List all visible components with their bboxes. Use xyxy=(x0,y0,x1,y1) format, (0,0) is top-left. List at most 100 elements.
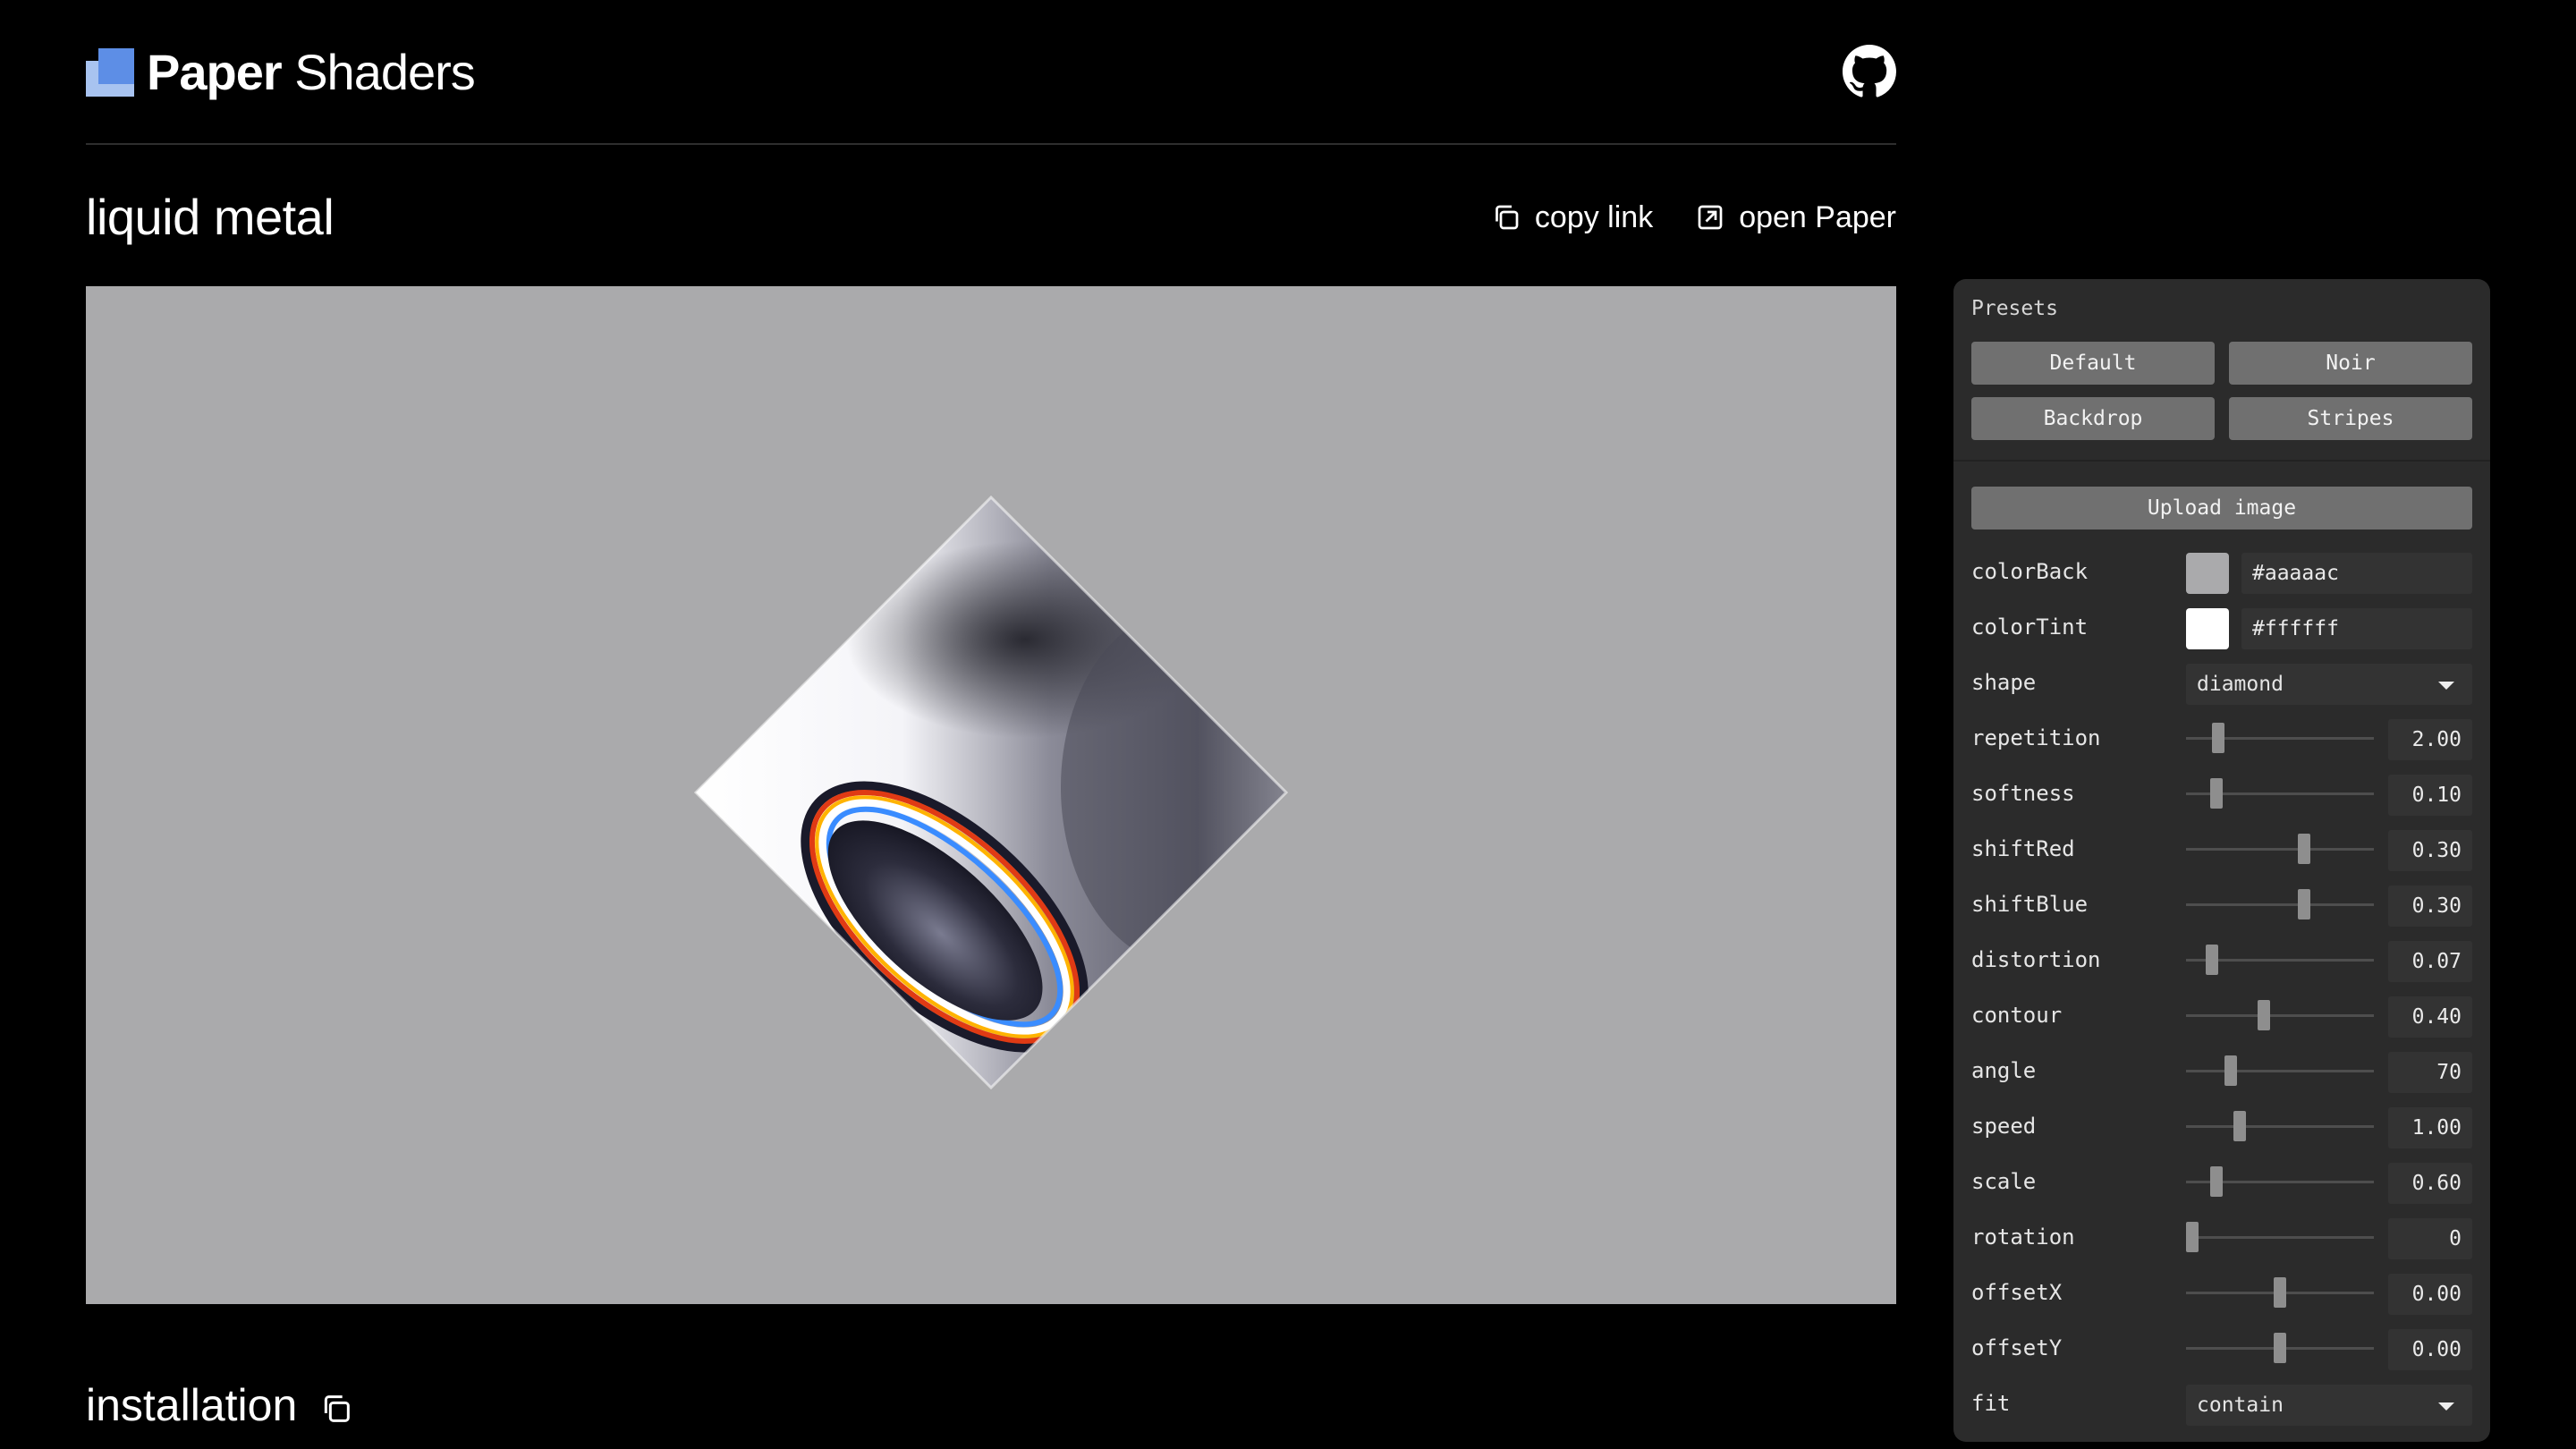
value-input-shiftBlue[interactable]: 0.30 xyxy=(2388,886,2472,927)
panel-divider xyxy=(1953,460,2490,462)
value-input-softness[interactable]: 0.10 xyxy=(2388,775,2472,816)
chevron-down-icon xyxy=(2438,682,2454,690)
slider-shiftRed[interactable] xyxy=(2186,834,2374,864)
slider-thumb[interactable] xyxy=(2212,723,2224,753)
open-paper-label: open Paper xyxy=(1739,200,1896,234)
presets-grid: Default Noir Backdrop Stripes xyxy=(1971,342,2472,440)
preset-stripes-button[interactable]: Stripes xyxy=(2229,397,2472,440)
value-input-offsetX[interactable]: 0.00 xyxy=(2388,1274,2472,1315)
slider-thumb[interactable] xyxy=(2224,1055,2237,1086)
slider-shiftBlue[interactable] xyxy=(2186,889,2374,919)
slider-thumb[interactable] xyxy=(2186,1222,2199,1252)
installation-heading: installation xyxy=(86,1374,354,1436)
color-input-colorBack[interactable]: #aaaaac xyxy=(2241,553,2472,594)
slider-rotation[interactable] xyxy=(2186,1222,2374,1252)
slider-repetition[interactable] xyxy=(2186,723,2374,753)
preset-default-button[interactable]: Default xyxy=(1971,342,2215,385)
slider-thumb[interactable] xyxy=(2233,1111,2246,1141)
param-label: fit xyxy=(1971,1391,2011,1416)
brand-light: Shaders xyxy=(294,44,476,100)
external-link-icon xyxy=(1698,205,1723,230)
github-icon[interactable] xyxy=(1843,45,1896,98)
value-input-distortion[interactable]: 0.07 xyxy=(2388,941,2472,982)
param-row-scale: scale 0.60 xyxy=(1971,1159,2472,1215)
param-row-softness: softness 0.10 xyxy=(1971,771,2472,826)
color-swatch-colorBack[interactable] xyxy=(2186,553,2229,594)
value-input-offsetY[interactable]: 0.00 xyxy=(2388,1329,2472,1370)
upload-image-button[interactable]: Upload image xyxy=(1971,487,2472,530)
slider-offsetX[interactable] xyxy=(2186,1277,2374,1308)
slider-thumb[interactable] xyxy=(2274,1277,2286,1308)
param-label: shiftRed xyxy=(1971,836,2075,861)
page-title: liquid metal xyxy=(86,189,335,245)
param-row-shape: shape diamond xyxy=(1971,660,2472,716)
slider-thumb[interactable] xyxy=(2258,1000,2270,1030)
shape-select[interactable]: diamond xyxy=(2186,664,2472,705)
controls-panel: Presets Default Noir Backdrop Stripes Up… xyxy=(1953,279,2490,1442)
value-input-repetition[interactable]: 2.00 xyxy=(2388,719,2472,760)
copy-icon[interactable] xyxy=(318,1391,354,1427)
param-label: speed xyxy=(1971,1114,2037,1139)
value-input-rotation[interactable]: 0 xyxy=(2388,1218,2472,1259)
param-row-distortion: distortion 0.07 xyxy=(1971,937,2472,993)
param-row-angle: angle 70 xyxy=(1971,1048,2472,1104)
value-input-shiftRed[interactable]: 0.30 xyxy=(2388,830,2472,871)
fit-select-value: contain xyxy=(2197,1394,2284,1417)
slider-thumb[interactable] xyxy=(2274,1333,2286,1363)
slider-contour[interactable] xyxy=(2186,1000,2374,1030)
param-label: shiftBlue xyxy=(1971,892,2089,917)
brand-name[interactable]: Paper Shaders xyxy=(147,41,476,104)
shape-select-value: diamond xyxy=(2197,673,2284,696)
open-paper-button[interactable]: open Paper xyxy=(1694,195,1896,240)
slider-angle[interactable] xyxy=(2186,1055,2374,1086)
param-row-shiftBlue: shiftBlue 0.30 xyxy=(1971,882,2472,937)
param-row-colorTint: colorTint #ffffff xyxy=(1971,605,2472,660)
slider-thumb[interactable] xyxy=(2206,945,2218,975)
site-header: Paper Shaders xyxy=(86,36,1896,145)
param-label: colorTint xyxy=(1971,614,2089,640)
param-label: distortion xyxy=(1971,947,2101,972)
param-label: colorBack xyxy=(1971,559,2089,584)
param-label: softness xyxy=(1971,781,2075,806)
fit-select[interactable]: contain xyxy=(2186,1385,2472,1426)
param-row-contour: contour 0.40 xyxy=(1971,993,2472,1048)
slider-thumb[interactable] xyxy=(2210,1166,2223,1197)
value-input-contour[interactable]: 0.40 xyxy=(2388,996,2472,1038)
param-label: shape xyxy=(1971,670,2037,695)
param-row-speed: speed 1.00 xyxy=(1971,1104,2472,1159)
param-label: offsetY xyxy=(1971,1335,2063,1360)
param-label: rotation xyxy=(1971,1224,2075,1250)
param-row-offsetX: offsetX 0.00 xyxy=(1971,1270,2472,1326)
param-row-offsetY: offsetY 0.00 xyxy=(1971,1326,2472,1381)
value-input-angle[interactable]: 70 xyxy=(2388,1052,2472,1093)
param-label: repetition xyxy=(1971,725,2101,750)
color-swatch-colorTint[interactable] xyxy=(2186,608,2229,649)
color-input-colorTint[interactable]: #ffffff xyxy=(2241,608,2472,649)
slider-distortion[interactable] xyxy=(2186,945,2374,975)
liquid-metal-diamond-shape xyxy=(693,495,1289,1090)
param-row-repetition: repetition 2.00 xyxy=(1971,716,2472,771)
slider-offsetY[interactable] xyxy=(2186,1333,2374,1363)
param-row-shiftRed: shiftRed 0.30 xyxy=(1971,826,2472,882)
param-row-colorBack: colorBack #aaaaac xyxy=(1971,549,2472,605)
copy-icon xyxy=(1496,205,1519,230)
value-input-scale[interactable]: 0.60 xyxy=(2388,1163,2472,1204)
slider-thumb[interactable] xyxy=(2210,778,2223,809)
preset-noir-button[interactable]: Noir xyxy=(2229,342,2472,385)
param-label: angle xyxy=(1971,1058,2037,1083)
slider-scale[interactable] xyxy=(2186,1166,2374,1197)
slider-softness[interactable] xyxy=(2186,778,2374,809)
slider-thumb[interactable] xyxy=(2298,889,2310,919)
paper-logo-icon[interactable] xyxy=(86,48,134,97)
copy-link-label: copy link xyxy=(1534,200,1654,234)
value-input-speed[interactable]: 1.00 xyxy=(2388,1107,2472,1148)
parameter-rows: colorBack #aaaaac colorTint #ffffff shap… xyxy=(1971,549,2472,1436)
preset-backdrop-button[interactable]: Backdrop xyxy=(1971,397,2215,440)
param-label: contour xyxy=(1971,1003,2063,1028)
copy-link-button[interactable]: copy link xyxy=(1490,195,1653,240)
slider-speed[interactable] xyxy=(2186,1111,2374,1141)
slider-thumb[interactable] xyxy=(2298,834,2310,864)
installation-label: installation xyxy=(86,1380,298,1430)
page-actions: copy link open Paper xyxy=(1490,195,1896,240)
shader-canvas[interactable] xyxy=(86,286,1896,1304)
